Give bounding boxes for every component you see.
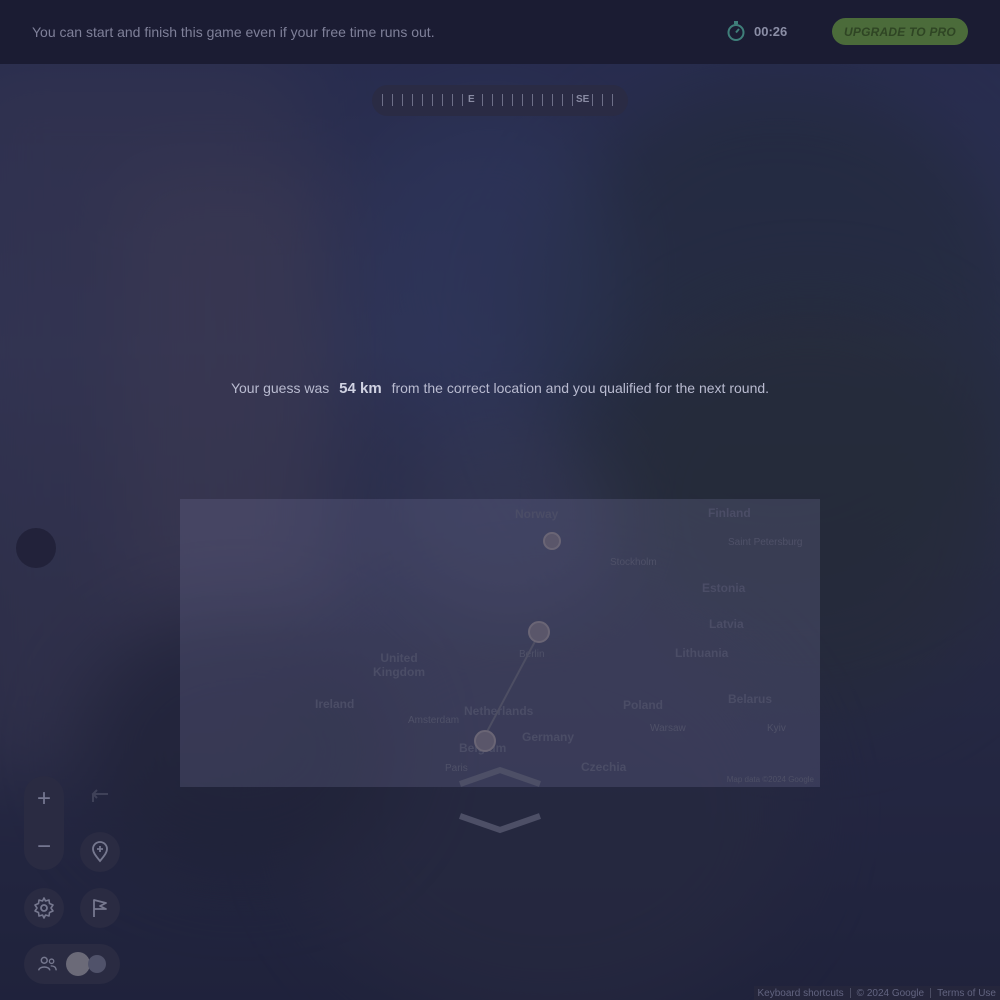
- compass-tick: [552, 94, 553, 106]
- compass-tick: [422, 94, 423, 106]
- city-label-kyiv: Kyiv: [767, 723, 786, 734]
- compass-label-e: E: [468, 94, 475, 105]
- players-panel[interactable]: [24, 944, 120, 984]
- correct-location-marker: [474, 730, 496, 752]
- result-suffix: from the correct location and you qualif…: [391, 380, 770, 396]
- country-label-lithuania: Lithuania: [675, 646, 729, 660]
- city-label-berlin: Berlin: [519, 649, 545, 660]
- country-label-germany: Germany: [522, 730, 575, 744]
- compass-tick: [572, 94, 573, 106]
- country-label-poland: Poland: [623, 698, 664, 712]
- collapse-map-button[interactable]: [458, 812, 542, 834]
- player-avatar: [66, 952, 90, 976]
- gear-icon: [34, 897, 54, 919]
- result-message: Your guess was 54 km from the correct lo…: [0, 380, 1000, 397]
- compass-tick: [532, 94, 533, 106]
- compass-tick: [502, 94, 503, 106]
- compass-tick: [392, 94, 393, 106]
- undo-button[interactable]: [80, 778, 120, 818]
- copyright-text: © 2024 Google: [856, 987, 925, 999]
- country-label-finland: Finland: [708, 506, 751, 520]
- compass-toggle-button[interactable]: [16, 528, 56, 568]
- compass-tick: [522, 94, 523, 106]
- compass-tick: [432, 94, 433, 106]
- return-to-start-button[interactable]: [80, 832, 120, 872]
- compass-tick: [412, 94, 413, 106]
- city-label-warsaw: Warsaw: [650, 723, 686, 734]
- compass-tick: [612, 94, 613, 106]
- location-pin-icon: [92, 841, 108, 863]
- free-time-message: You can start and finish this game even …: [32, 24, 435, 40]
- compass-tick: [592, 94, 593, 106]
- country-label-belarus: Belarus: [728, 692, 773, 706]
- report-flag-button[interactable]: [80, 888, 120, 928]
- compass-tick: [402, 94, 403, 106]
- country-label-estonia: Estonia: [702, 581, 746, 595]
- result-map[interactable]: Norway Finland Estonia Latvia Lithuania …: [180, 499, 820, 787]
- flag-icon: [93, 899, 107, 917]
- country-label-united-kingdom: United Kingdom: [373, 651, 425, 679]
- game-timer: 00:26: [726, 20, 787, 42]
- compass-tick: [492, 94, 493, 106]
- country-label-latvia: Latvia: [709, 617, 744, 631]
- map-attribution: Map data ©2024 Google: [726, 775, 814, 784]
- city-label-saint-petersburg: Saint Petersburg: [728, 537, 803, 548]
- google-footer: Keyboard shortcuts © 2024 Google Terms o…: [753, 986, 1000, 1000]
- country-label-ireland: Ireland: [315, 697, 355, 711]
- compass-tick: [482, 94, 483, 106]
- guess-marker: [528, 621, 550, 643]
- city-label-amsterdam: Amsterdam: [408, 715, 460, 726]
- users-icon: [38, 956, 57, 971]
- undo-arrow-icon: [91, 789, 108, 802]
- terms-of-use-link[interactable]: Terms of Use: [937, 988, 996, 999]
- country-label-norway: Norway: [515, 507, 559, 521]
- player-avatar-secondary: [88, 955, 106, 973]
- compass-tick: [512, 94, 513, 106]
- compass-label-se: SE: [576, 94, 590, 105]
- compass-tick: [382, 94, 383, 106]
- compass-tick: [452, 94, 453, 106]
- chevron-up-icon: [459, 766, 541, 787]
- zoom-in-button[interactable]: +: [24, 776, 64, 822]
- guess-distance: 54 km: [339, 380, 382, 397]
- expand-map-button[interactable]: [458, 766, 542, 788]
- player-marker: [543, 532, 561, 550]
- compass-tick: [462, 94, 463, 106]
- compass-tick: [602, 94, 603, 106]
- zoom-controls: + −: [24, 776, 64, 870]
- country-label-czechia: Czechia: [581, 760, 627, 774]
- compass-tick: [442, 94, 443, 106]
- stopwatch-icon: [727, 21, 745, 41]
- compass-tick: [562, 94, 563, 106]
- compass-strip: E SE: [372, 85, 628, 116]
- upgrade-to-pro-button[interactable]: UPGRADE TO PRO: [832, 18, 968, 45]
- result-prefix: Your guess was: [230, 380, 330, 396]
- city-label-stockholm: Stockholm: [610, 557, 657, 568]
- chevron-down-icon: [459, 813, 541, 834]
- compass-tick: [542, 94, 543, 106]
- settings-button[interactable]: [24, 888, 64, 928]
- timer-value: 00:26: [754, 23, 788, 39]
- keyboard-shortcuts-link[interactable]: Keyboard shortcuts: [758, 988, 844, 999]
- zoom-out-button[interactable]: −: [24, 824, 64, 870]
